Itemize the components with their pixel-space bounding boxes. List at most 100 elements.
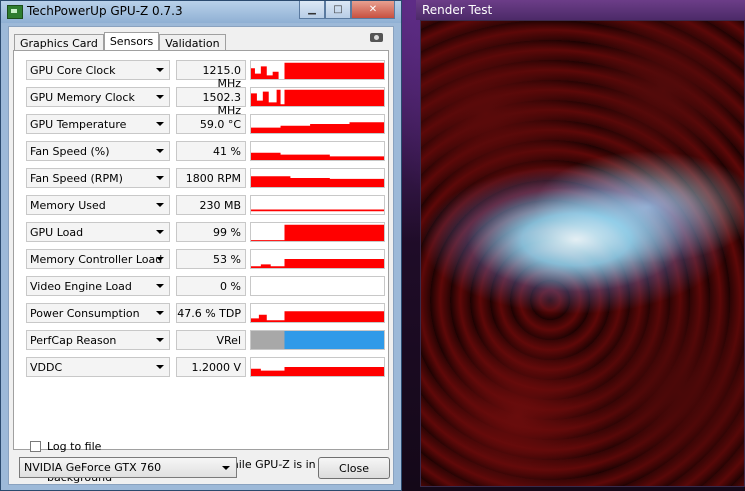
gpu-select-dropdown[interactable]: NVIDIA GeForce GTX 760 bbox=[19, 457, 237, 478]
chevron-down-icon bbox=[156, 68, 164, 72]
gpuz-window: TechPowerUp GPU-Z 0.7.3 ▁ □ ✕ Graphics C… bbox=[0, 0, 402, 491]
sensor-graph bbox=[250, 330, 385, 350]
sensor-graph bbox=[250, 114, 385, 134]
sensor-name: Power Consumption bbox=[30, 307, 140, 320]
sensor-row: VDDC 1.2000 V bbox=[26, 357, 386, 377]
sensor-value: VRel bbox=[176, 330, 246, 350]
sensor-graph bbox=[250, 222, 385, 242]
gpuz-app-icon bbox=[7, 5, 23, 19]
sensor-row: Memory Used 230 MB bbox=[26, 195, 386, 215]
sensor-row: GPU Load 99 % bbox=[26, 222, 386, 242]
screenshot-camera-icon[interactable] bbox=[370, 33, 383, 42]
sensor-name: Video Engine Load bbox=[30, 280, 132, 293]
maximize-button[interactable]: □ bbox=[325, 1, 351, 19]
sensor-name-dropdown[interactable]: GPU Core Clock bbox=[26, 60, 170, 80]
chevron-down-icon bbox=[222, 466, 230, 470]
sensor-graph-fill bbox=[251, 152, 384, 160]
chevron-down-icon bbox=[156, 230, 164, 234]
sensor-value: 0 % bbox=[176, 276, 246, 296]
log-to-file-checkbox[interactable]: Log to file bbox=[30, 440, 390, 454]
gpuz-window-title: TechPowerUp GPU-Z 0.7.3 bbox=[27, 4, 183, 18]
sensor-name-dropdown[interactable]: PerfCap Reason bbox=[26, 330, 170, 350]
sensor-graph bbox=[250, 141, 385, 161]
sensor-name-dropdown[interactable]: Power Consumption bbox=[26, 303, 170, 323]
sensor-row: GPU Core Clock 1215.0 MHz bbox=[26, 60, 386, 90]
chevron-down-icon bbox=[156, 311, 164, 315]
sensor-graph-fill bbox=[251, 176, 384, 187]
sensor-graph-fill bbox=[251, 122, 384, 133]
sensor-name-dropdown[interactable]: Fan Speed (RPM) bbox=[26, 168, 170, 188]
sensor-graph bbox=[250, 195, 385, 215]
sensor-graph bbox=[250, 249, 385, 269]
chevron-down-icon bbox=[156, 176, 164, 180]
sensor-name-dropdown[interactable]: Memory Controller Load bbox=[26, 249, 170, 269]
render-test-titlebar[interactable]: Render Test bbox=[416, 0, 745, 20]
close-button[interactable]: Close bbox=[318, 457, 390, 479]
gpuz-client-area: Graphics Card Sensors Validation GPU Cor… bbox=[8, 26, 394, 485]
sensor-name: Fan Speed (%) bbox=[30, 145, 110, 158]
sensor-graph-fill bbox=[251, 259, 384, 268]
sensor-name-dropdown[interactable]: Fan Speed (%) bbox=[26, 141, 170, 161]
perfcap-idle-segment bbox=[251, 331, 285, 349]
sensor-value: 1215.0 MHz bbox=[176, 60, 246, 90]
log-to-file-label: Log to file bbox=[47, 440, 102, 453]
sensor-value: 99 % bbox=[176, 222, 246, 242]
sensor-name: GPU Load bbox=[30, 226, 84, 239]
perfcap-vrel-segment bbox=[284, 331, 384, 349]
sensor-name-dropdown[interactable]: Video Engine Load bbox=[26, 276, 170, 296]
sensor-name: GPU Core Clock bbox=[30, 64, 116, 77]
sensor-name: GPU Memory Clock bbox=[30, 91, 135, 104]
sensor-graph-fill bbox=[251, 224, 384, 241]
sensor-value: 41 % bbox=[176, 141, 246, 161]
sensor-value: 53 % bbox=[176, 249, 246, 269]
sensor-name-dropdown[interactable]: GPU Memory Clock bbox=[26, 87, 170, 107]
sensor-row: Fan Speed (%) 41 % bbox=[26, 141, 386, 161]
log-to-file-box[interactable] bbox=[30, 441, 41, 452]
minimize-button[interactable]: ▁ bbox=[299, 1, 325, 19]
chevron-down-icon bbox=[156, 365, 164, 369]
chevron-down-icon bbox=[156, 149, 164, 153]
tab-bar: Graphics Card Sensors Validation bbox=[14, 31, 226, 54]
chevron-down-icon bbox=[156, 95, 164, 99]
sensor-row: Fan Speed (RPM) 1800 RPM bbox=[26, 168, 386, 188]
sensor-graph-fill bbox=[251, 62, 384, 79]
sensor-row: GPU Memory Clock 1502.3 MHz bbox=[26, 87, 386, 117]
sensor-name-dropdown[interactable]: GPU Load bbox=[26, 222, 170, 242]
sensor-graph bbox=[250, 276, 385, 296]
sensor-graph-fill bbox=[251, 209, 384, 214]
sensor-name-dropdown[interactable]: VDDC bbox=[26, 357, 170, 377]
sensor-name: Fan Speed (RPM) bbox=[30, 172, 123, 185]
sensor-graph bbox=[250, 87, 385, 107]
sensor-graph-fill bbox=[251, 367, 384, 376]
sensor-value: 1.2000 V bbox=[176, 357, 246, 377]
chevron-down-icon bbox=[156, 257, 164, 261]
sensor-graph bbox=[250, 357, 385, 377]
render-test-window: Render Test bbox=[416, 0, 745, 491]
sensor-name: PerfCap Reason bbox=[30, 334, 117, 347]
sensor-graph bbox=[250, 303, 385, 323]
sensor-name: Memory Used bbox=[30, 199, 106, 212]
sensor-row: PerfCap Reason VRel bbox=[26, 330, 386, 350]
sensor-row: Memory Controller Load 53 % bbox=[26, 249, 386, 269]
sensor-row: Power Consumption 47.6 % TDP bbox=[26, 303, 386, 323]
sensor-value: 1800 RPM bbox=[176, 168, 246, 188]
chevron-down-icon bbox=[156, 284, 164, 288]
sensor-name: VDDC bbox=[30, 361, 63, 374]
chevron-down-icon bbox=[156, 203, 164, 207]
gpuz-titlebar[interactable]: TechPowerUp GPU-Z 0.7.3 ▁ □ ✕ bbox=[1, 1, 401, 23]
sensors-panel: GPU Core Clock 1215.0 MHz GPU Memory Clock… bbox=[13, 50, 389, 484]
sensor-graph-fill bbox=[251, 89, 384, 106]
sensor-row: GPU Temperature 59.0 °C bbox=[26, 114, 386, 134]
sensor-name-dropdown[interactable]: Memory Used bbox=[26, 195, 170, 215]
render-test-canvas bbox=[420, 20, 745, 487]
window-close-button[interactable]: ✕ bbox=[351, 1, 395, 19]
gpu-select-value: NVIDIA GeForce GTX 760 bbox=[24, 461, 162, 474]
sensor-value: 47.6 % TDP bbox=[176, 303, 246, 323]
sensor-value: 59.0 °C bbox=[176, 114, 246, 134]
sensor-name-dropdown[interactable]: GPU Temperature bbox=[26, 114, 170, 134]
sensor-graph bbox=[250, 60, 385, 80]
chevron-down-icon bbox=[156, 122, 164, 126]
sensor-name: Memory Controller Load bbox=[30, 253, 163, 266]
sensor-graph bbox=[250, 168, 385, 188]
sensor-value: 230 MB bbox=[176, 195, 246, 215]
